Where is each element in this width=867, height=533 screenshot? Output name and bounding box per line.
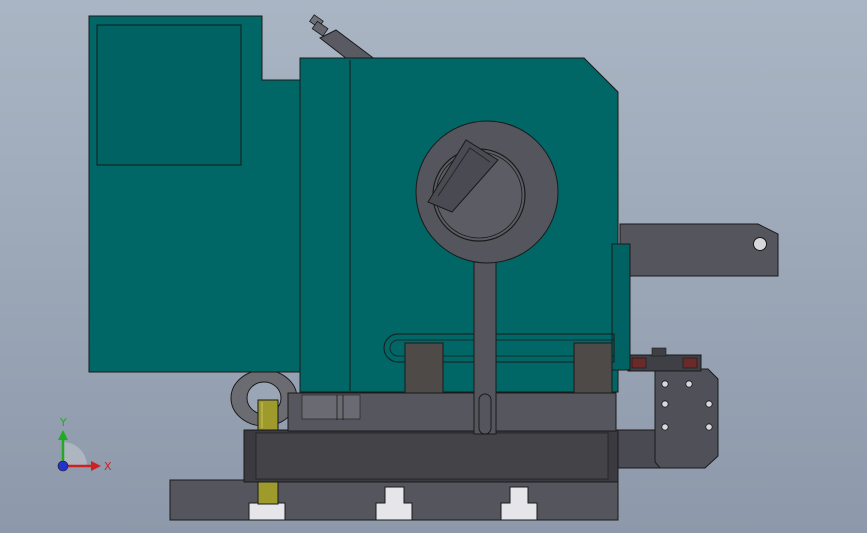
carriage-rail[interactable] xyxy=(287,392,617,432)
motor-housing[interactable] xyxy=(88,15,303,373)
guide-block-right xyxy=(573,342,613,394)
base-plate[interactable] xyxy=(169,479,619,521)
right-mounting-plate[interactable] xyxy=(619,223,779,277)
guide-block-left xyxy=(404,342,444,394)
y-axis-label: Y xyxy=(59,416,67,429)
motor-cover-panel xyxy=(96,24,242,166)
z-axis-dot-icon xyxy=(57,460,69,472)
cad-viewport[interactable]: Y X xyxy=(0,0,867,533)
x-axis-label: X xyxy=(104,460,112,473)
cad-assembly-view[interactable]: Y X xyxy=(0,0,867,533)
lower-base-block[interactable] xyxy=(243,429,619,483)
y-axis-arrow-icon xyxy=(58,430,68,440)
x-axis-arrow-icon xyxy=(91,461,101,471)
coordinate-triad: Y X xyxy=(57,416,112,473)
